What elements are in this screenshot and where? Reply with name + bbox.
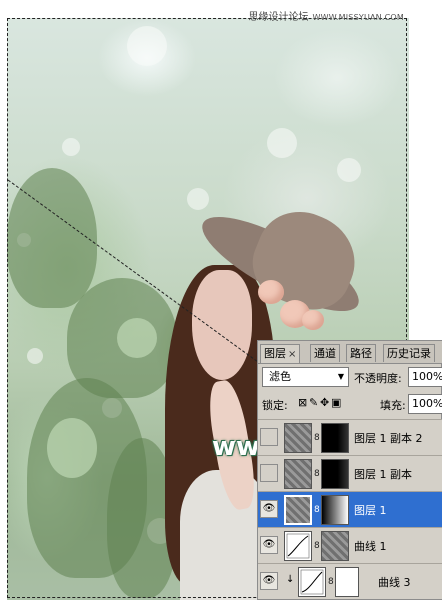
mask-link-icon[interactable]: 8 xyxy=(314,505,320,515)
layer-thumbnail xyxy=(284,495,312,525)
layer-mask-thumbnail[interactable] xyxy=(321,531,349,561)
fill-label: 填充: xyxy=(380,399,406,412)
link-icon xyxy=(278,432,281,443)
eye-icon[interactable]: 👁 xyxy=(260,536,278,554)
clipping-arrow-icon: ↓ xyxy=(286,574,295,585)
tab-channels-label: 通道 xyxy=(314,347,336,360)
eye-icon[interactable]: 👁 xyxy=(260,572,278,590)
layer-thumbnail xyxy=(284,459,312,489)
curves-adjustment-icon xyxy=(284,531,312,561)
lock-options: ⊠✎✥▣ xyxy=(298,396,342,409)
layer-row[interactable]: 👁 8 曲线 1 xyxy=(258,527,442,563)
eye-icon[interactable]: 👁 xyxy=(260,500,278,518)
watermark-en: WWW.MISSYUAN.COM xyxy=(312,13,404,22)
layers-panel: 图层 × 通道 路径 历史记录 滤色 ▼ 不透明度: 100% 锁定: ⊠✎✥▣ … xyxy=(257,340,442,600)
move-lock-icon[interactable]: ✥ xyxy=(320,396,331,409)
transparency-lock-icon[interactable]: ⊠ xyxy=(298,396,309,409)
blend-mode-select[interactable]: 滤色 ▼ xyxy=(262,367,349,387)
mask-link-icon[interactable]: 8 xyxy=(328,577,334,587)
layer-row-selected[interactable]: 👁 8 图层 1 xyxy=(258,491,442,527)
opacity-label: 不透明度: xyxy=(354,372,402,385)
layer-name: 曲线 1 xyxy=(354,540,387,553)
layer-row[interactable]: 8 图层 1 副本 2 xyxy=(258,419,442,455)
fill-input[interactable]: 100% xyxy=(408,394,442,414)
layer-row[interactable]: 👁 ↓ 8 曲线 3 xyxy=(258,563,442,599)
watermark-cn: 思缘设计论坛 xyxy=(248,12,309,23)
lock-label: 锁定: xyxy=(262,399,288,412)
tab-layers-label: 图层 xyxy=(264,347,286,360)
padlock-icon[interactable]: ▣ xyxy=(331,396,342,409)
tab-history-label: 历史记录 xyxy=(387,347,431,360)
layer-mask-thumbnail[interactable] xyxy=(321,495,349,525)
watermark-site: 思缘设计论坛 WWW.MISSYUAN.COM xyxy=(248,8,404,23)
layer-thumbnail xyxy=(284,423,312,453)
curve-graph-icon xyxy=(286,533,310,559)
layer-mask-thumbnail[interactable] xyxy=(335,567,359,597)
layer-name: 曲线 3 xyxy=(378,576,411,589)
layer-name: 图层 1 副本 xyxy=(354,468,412,481)
layer-name: 图层 1 副本 2 xyxy=(354,432,423,445)
blend-mode-value: 滤色 xyxy=(269,370,291,383)
opacity-input[interactable]: 100% xyxy=(408,367,442,387)
tab-channels[interactable]: 通道 xyxy=(310,344,340,362)
mask-link-icon[interactable]: 8 xyxy=(314,433,320,443)
brush-lock-icon[interactable]: ✎ xyxy=(309,396,320,409)
layer-mask-thumbnail[interactable] xyxy=(321,423,349,453)
visibility-toggle[interactable] xyxy=(260,428,278,446)
dropdown-arrow-icon: ▼ xyxy=(337,372,344,381)
panel-tabs: 图层 × 通道 路径 历史记录 xyxy=(258,341,442,364)
tab-paths[interactable]: 路径 xyxy=(346,344,376,362)
mask-link-icon[interactable]: 8 xyxy=(314,541,320,551)
close-icon[interactable]: × xyxy=(288,349,296,360)
mask-link-icon[interactable]: 8 xyxy=(314,469,320,479)
curves-adjustment-icon xyxy=(298,567,326,597)
visibility-toggle[interactable] xyxy=(260,464,278,482)
tab-history[interactable]: 历史记录 xyxy=(383,344,435,362)
tab-paths-label: 路径 xyxy=(350,347,372,360)
layer-name: 图层 1 xyxy=(354,504,387,517)
layer-mask-thumbnail[interactable] xyxy=(321,459,349,489)
curve-graph-icon xyxy=(300,569,324,595)
layer-row[interactable]: 8 图层 1 副本 xyxy=(258,455,442,491)
tab-layers[interactable]: 图层 × xyxy=(260,344,301,363)
